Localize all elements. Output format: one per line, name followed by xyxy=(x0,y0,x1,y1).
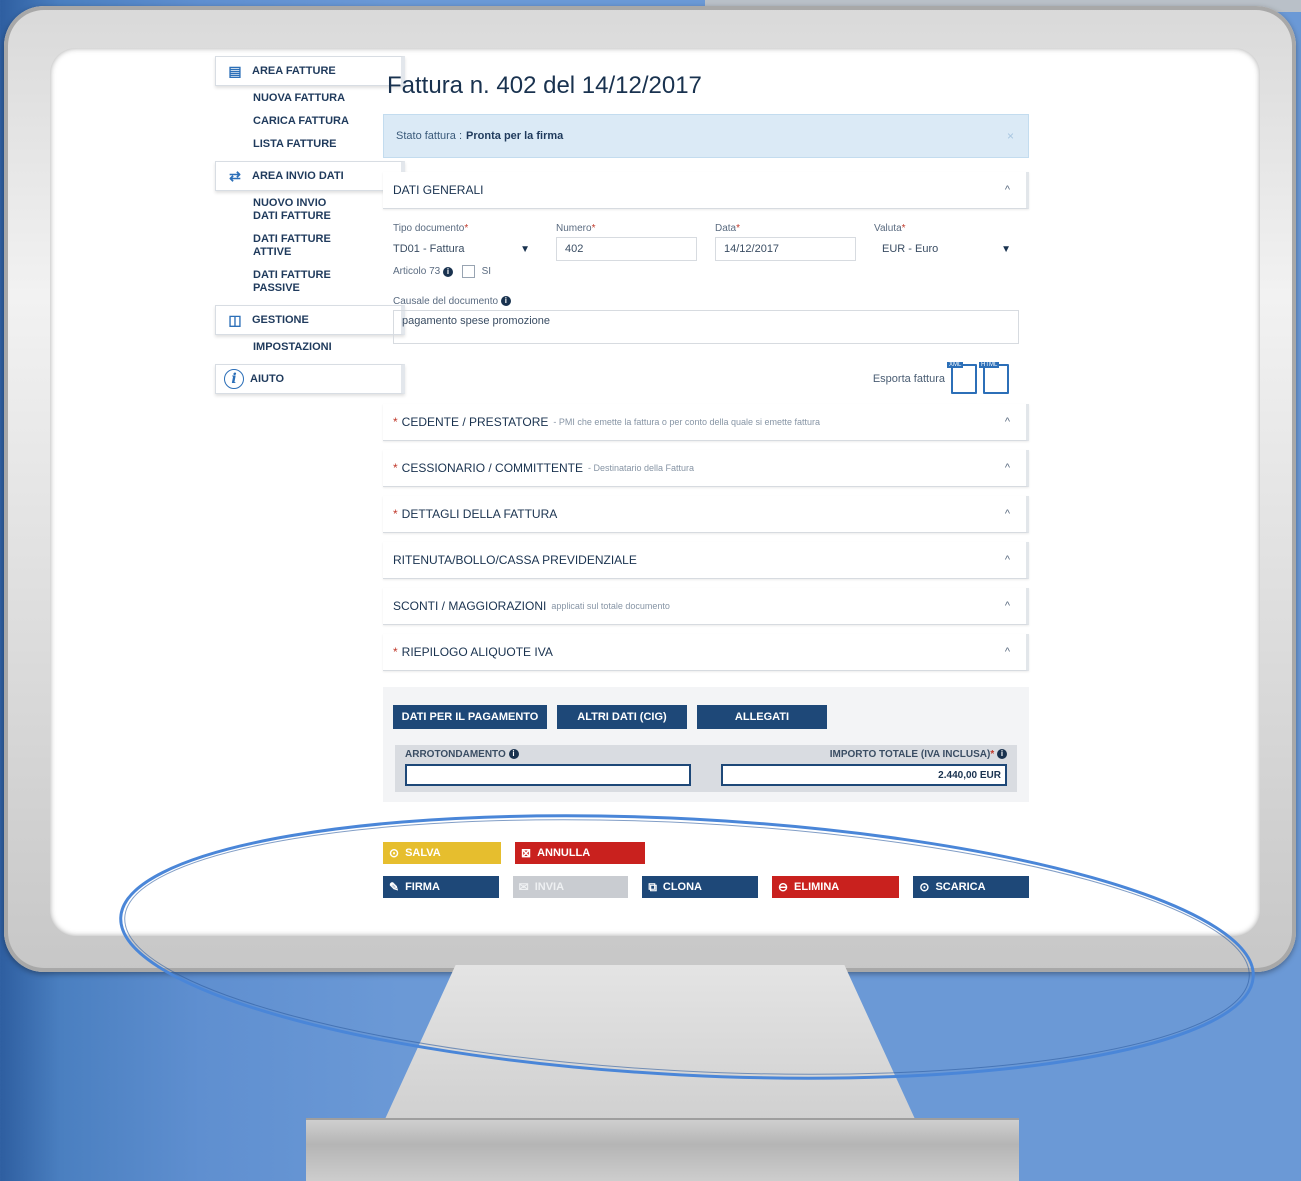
section-dati-generali[interactable]: DATI GENERALI ^ xyxy=(383,172,1029,209)
tipo-documento-select[interactable]: TD01 - Fattura ▼ xyxy=(393,237,538,261)
chevron-up-icon[interactable]: ^ xyxy=(1005,554,1010,566)
info-icon[interactable]: i xyxy=(500,296,511,307)
data-input[interactable]: 14/12/2017 xyxy=(715,237,857,261)
status-value: Pronta per la firma xyxy=(466,130,564,142)
allegati-button[interactable]: ALLEGATI xyxy=(697,705,827,729)
minus-circle-icon: ⊖ xyxy=(777,880,789,894)
altri-dati-button[interactable]: ALTRI DATI (CIG) xyxy=(557,705,687,729)
sidebar-item-dati-passive[interactable]: DATI FATTURE PASSIVE xyxy=(215,269,405,295)
status-banner: Stato fattura : Pronta per la firma × xyxy=(383,114,1029,158)
tipo-documento-field: Tipo documento* TD01 - Fattura ▼ xyxy=(393,223,538,261)
section-riepilogo[interactable]: * RIEPILOGO ALIQUOTE IVA ^ xyxy=(383,634,1029,671)
dropdown-arrow-icon: ▼ xyxy=(520,243,530,255)
delete-button[interactable]: ⊖ ELIMINA xyxy=(771,876,900,898)
envelope-icon: ✉ xyxy=(518,880,529,894)
importo-totale-input[interactable]: 2.440,00 EUR xyxy=(721,764,1007,786)
summary-panel: DATI PER IL PAGAMENTO ALTRI DATI (CIG) A… xyxy=(383,687,1029,802)
monitor-screen: ▤ AREA FATTURE NUOVA FATTURA CARICA FATT… xyxy=(50,48,1260,936)
sidebar-area-gestione[interactable]: ◫ GESTIONE xyxy=(215,305,405,335)
info-icon[interactable]: i xyxy=(508,749,519,760)
section-sconti[interactable]: SCONTI / MAGGIORAZIONI applicati sul tot… xyxy=(383,588,1029,625)
articolo-73-row: Articolo 73 i SI xyxy=(393,265,492,278)
transfer-icon: ⇄ xyxy=(229,167,241,184)
causale-textarea[interactable]: pagamento spese promozione xyxy=(393,310,1019,344)
dati-pagamento-button[interactable]: DATI PER IL PAGAMENTO xyxy=(393,705,547,729)
download-button[interactable]: ⊙ SCARICA xyxy=(913,876,1030,898)
save-button[interactable]: ⊙ SALVA xyxy=(383,842,501,864)
clone-button[interactable]: ⧉ CLONA xyxy=(642,876,758,898)
sidebar-item-impostazioni[interactable]: IMPOSTAZIONI xyxy=(215,341,405,354)
monitor-bezel: ▤ AREA FATTURE NUOVA FATTURA CARICA FATT… xyxy=(4,6,1296,972)
sign-icon: ✎ xyxy=(389,880,400,894)
chevron-up-icon[interactable]: ^ xyxy=(1005,462,1010,474)
main-content: Fattura n. 402 del 14/12/2017 Stato fatt… xyxy=(383,56,1030,910)
section-dettagli[interactable]: * DETTAGLI DELLA FATTURA ^ xyxy=(383,496,1029,533)
chevron-up-icon[interactable]: ^ xyxy=(1005,646,1010,658)
check-circle-icon: ⊙ xyxy=(389,846,400,860)
totals-inputs: 2.440,00 EUR xyxy=(395,764,1017,792)
section-ritenuta[interactable]: RITENUTA/BOLLO/CASSA PREVIDENZIALE ^ xyxy=(383,542,1029,579)
map-icon: ◫ xyxy=(228,311,242,328)
chevron-down-circle-icon: ⊙ xyxy=(919,880,930,894)
monitor-stand-neck xyxy=(380,965,920,1130)
data-field: Data* 14/12/2017 xyxy=(715,223,857,261)
sidebar-item-nuova-fattura[interactable]: NUOVA FATTURA xyxy=(215,92,405,105)
invoices-icon: ▤ xyxy=(228,62,242,79)
send-button[interactable]: ✉ INVIA xyxy=(512,876,629,898)
copy-icon: ⧉ xyxy=(648,879,657,894)
sidebar-area-fatture[interactable]: ▤ AREA FATTURE xyxy=(215,56,405,86)
info-icon: i xyxy=(224,369,244,389)
panel-buttons: DATI PER IL PAGAMENTO ALTRI DATI (CIG) A… xyxy=(393,705,1017,729)
export-row: Esporta fattura XML HTML xyxy=(393,362,1009,394)
chevron-up-icon[interactable]: ^ xyxy=(1005,416,1010,428)
sidebar-item-carica-fattura[interactable]: CARICA FATTURA xyxy=(215,115,405,128)
sidebar-item-dati-attive[interactable]: DATI FATTURE ATTIVE xyxy=(215,233,405,259)
valuta-field: Valuta* EUR - Euro ▼ xyxy=(874,223,1019,261)
info-icon[interactable]: i xyxy=(997,749,1007,760)
xml-file-icon[interactable]: XML xyxy=(947,362,977,394)
chevron-up-icon[interactable]: ^ xyxy=(1005,508,1010,520)
dati-generali-form: Tipo documento* TD01 - Fattura ▼ Numero*… xyxy=(383,209,1029,394)
close-icon[interactable]: × xyxy=(1007,129,1014,143)
dropdown-arrow-icon: ▼ xyxy=(1001,243,1011,255)
sidebar-item-nuovo-invio[interactable]: NUOVO INVIO DATI FATTURE xyxy=(215,197,405,223)
sidebar-area-invio-dati[interactable]: ⇄ AREA INVIO DATI xyxy=(215,161,405,191)
valuta-select[interactable]: EUR - Euro ▼ xyxy=(874,237,1019,261)
cancel-button[interactable]: ⊠ ANNULLA xyxy=(515,842,645,864)
html-file-icon[interactable]: HTML xyxy=(979,362,1009,394)
x-box-icon: ⊠ xyxy=(521,846,532,860)
sidebar-area-aiuto[interactable]: i AIUTO xyxy=(215,364,405,394)
numero-field: Numero* 402 xyxy=(555,223,697,261)
info-icon[interactable]: i xyxy=(443,266,454,277)
si-checkbox[interactable] xyxy=(461,265,475,278)
section-cedente[interactable]: * CEDENTE / PRESTATORE - PMI che emette … xyxy=(383,404,1029,441)
chevron-up-icon[interactable]: ^ xyxy=(1005,184,1010,196)
action-buttons: ⊙ SALVA ⊠ ANNULLA ✎ FIRMA ✉ INVIA ⧉ CLON… xyxy=(383,842,1030,898)
sidebar-item-lista-fatture[interactable]: LISTA FATTURE xyxy=(215,138,405,151)
section-cessionario[interactable]: * CESSIONARIO / COMMITTENTE - Destinatar… xyxy=(383,450,1029,487)
chevron-up-icon[interactable]: ^ xyxy=(1005,600,1010,612)
sidebar: ▤ AREA FATTURE NUOVA FATTURA CARICA FATT… xyxy=(215,56,405,400)
arrotondamento-input[interactable] xyxy=(405,764,691,786)
sign-button[interactable]: ✎ FIRMA xyxy=(383,876,499,898)
causale-field: Causale del documento i pagamento spese … xyxy=(393,296,1019,344)
totals-header: ARROTONDAMENTO i IMPORTO TOTALE (IVA INC… xyxy=(395,745,1017,764)
monitor-stand-base xyxy=(306,1118,1019,1181)
page-title: Fattura n. 402 del 14/12/2017 xyxy=(387,72,702,99)
numero-input[interactable]: 402 xyxy=(555,237,697,261)
